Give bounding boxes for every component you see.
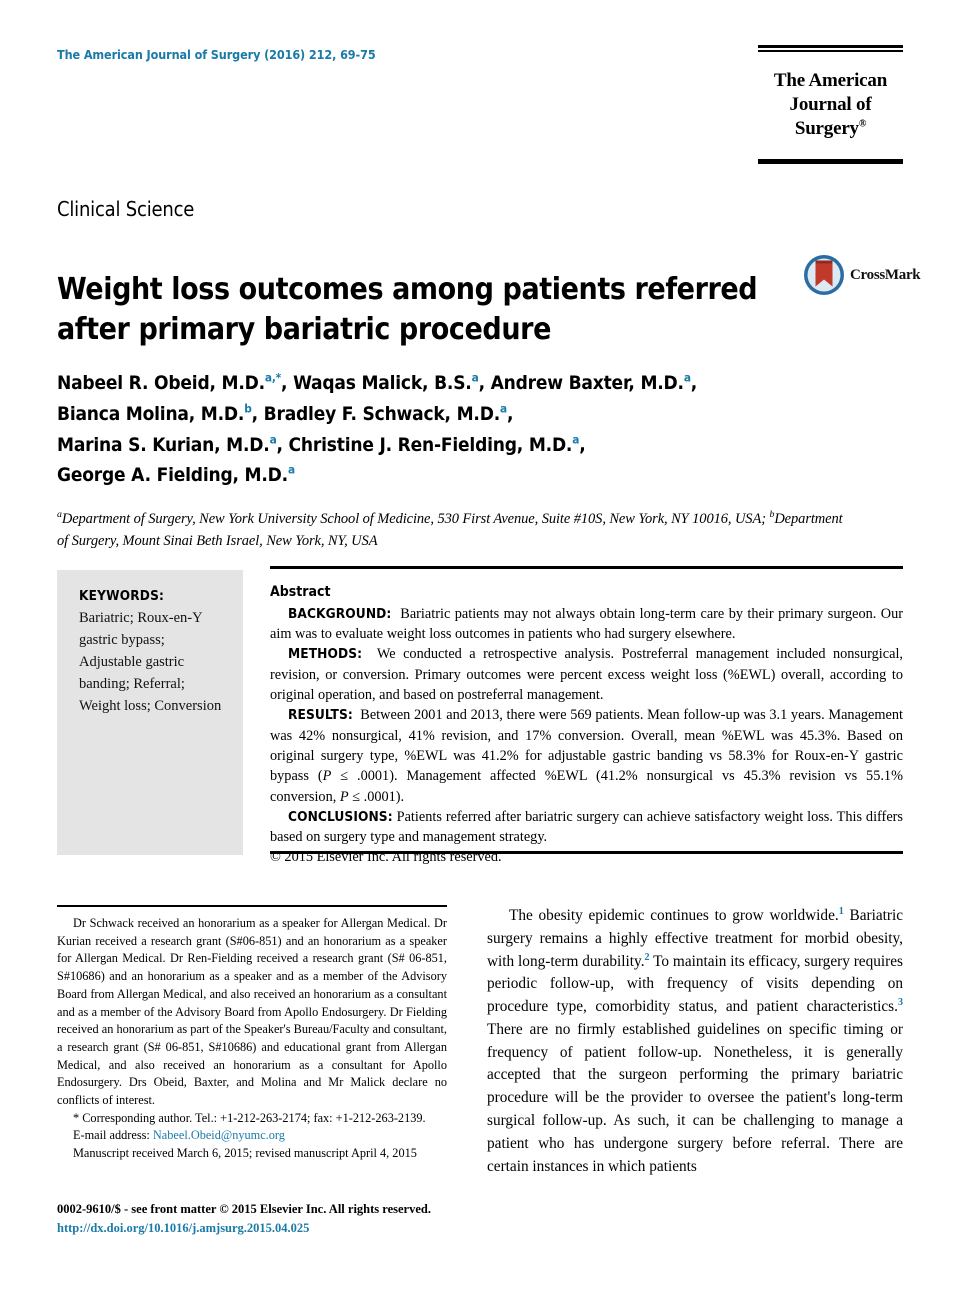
doi-link[interactable]: http://dx.doi.org/10.1016/j.amjsurg.2015… (57, 1219, 657, 1238)
abstract-methods: METHODS: We conducted a retrospective an… (270, 644, 903, 705)
masthead-line-1: The American (773, 69, 888, 91)
masthead-rule-bottom-thick (758, 160, 903, 164)
author-baxter-affil[interactable]: a (684, 371, 691, 385)
abstract-results: RESULTS: Between 2001 and 2013, there we… (270, 705, 903, 806)
registered-mark: ® (858, 118, 867, 130)
crossmark-badge[interactable]: CrossMark (803, 252, 921, 298)
section-label: Clinical Science (57, 197, 195, 221)
abstract-block: Abstract BACKGROUND: Bariatric patients … (270, 583, 903, 868)
abstract-results-label: RESULTS: (288, 707, 353, 724)
author-obeid-affil[interactable]: a,* (265, 371, 281, 385)
author-kurian-affil[interactable]: a (270, 432, 277, 446)
email-link[interactable]: Nabeel.Obeid@nyumc.org (153, 1128, 285, 1142)
author-sep-7: , (579, 433, 586, 456)
email-label: E-mail address: (73, 1128, 150, 1143)
intro-seg-1: The obesity epidemic continues to grow w… (509, 907, 839, 924)
author-sep-3: , (690, 372, 698, 394)
intro-text: The obesity epidemic continues to grow w… (487, 905, 903, 1178)
author-malick-affil[interactable]: a (472, 371, 479, 385)
abstract-results-p-2: P (339, 788, 349, 805)
body-column: The obesity epidemic continues to grow w… (487, 905, 903, 1178)
citation-3[interactable]: 3 (898, 997, 903, 1008)
abstract-rule-bottom (270, 851, 903, 854)
author-sep-2: , Andrew Baxter, M.D. (478, 372, 684, 394)
email-line: E-mail address: Nabeel.Obeid@nyumc.org (57, 1127, 447, 1145)
author-kurian: Marina S. Kurian, M.D. (57, 433, 270, 456)
running-head: The American Journal of Surgery (2016) 2… (57, 47, 376, 62)
author-line-1: Nabeel R. Obeid, M.D.a,*, Waqas Malick, … (57, 372, 697, 394)
abstract-rule-top (270, 566, 903, 569)
abstract-conclusions-label: CONCLUSIONS: (288, 808, 393, 825)
journal-masthead: The American Journal of Surgery® (758, 45, 903, 164)
corresponding-author: * Corresponding author. Tel.: +1-212-263… (73, 1110, 426, 1125)
crossmark-icon (804, 255, 844, 295)
author-fielding: George A. Fielding, M.D. (57, 464, 288, 487)
author-line-2: Bianca Molina, M.D.b, Bradley F. Schwack… (57, 403, 513, 425)
page-footer: 0002-9610/$ - see front matter © 2015 El… (57, 1200, 657, 1238)
journal-article-page: The American Journal of Surgery (2016) 2… (0, 0, 960, 1290)
abstract-results-text-3: ≤ .0001). (348, 788, 405, 805)
abstract-methods-label: METHODS: (288, 646, 363, 663)
abstract-heading: Abstract (270, 584, 331, 600)
manuscript-dates: Manuscript received March 6, 2015; revis… (73, 1146, 417, 1161)
keywords-title: KEYWORDS: (79, 588, 165, 604)
author-molina-affil[interactable]: b (244, 401, 252, 415)
disclosure-block: Dr Schwack received an honorarium as a s… (57, 915, 447, 1163)
issn-line: 0002-9610/$ - see front matter © 2015 El… (57, 1202, 431, 1216)
author-sep-6: , Christine J. Ren-Fielding, M.D. (276, 433, 573, 456)
page-title: Weight loss outcomes among patients refe… (57, 272, 758, 347)
author-list: Nabeel R. Obeid, M.D.a,*, Waqas Malick, … (57, 368, 787, 491)
masthead-title: The American Journal of Surgery® (758, 52, 903, 158)
abstract-conclusions: CONCLUSIONS: Patients referred after bar… (270, 807, 903, 848)
footnote-rule (57, 905, 447, 907)
abstract-methods-text: We conducted a retrospective analysis. P… (270, 646, 904, 704)
author-molina: Bianca Molina, M.D. (57, 402, 245, 425)
abstract-background-label: BACKGROUND: (288, 605, 392, 622)
abstract-background: BACKGROUND: Bariatric patients may not a… (270, 604, 903, 645)
masthead-rule-top-thick (758, 45, 903, 48)
author-sep-5: , (506, 402, 514, 425)
crossmark-label: CrossMark (850, 266, 921, 283)
author-line-3: Marina S. Kurian, M.D.a, Christine J. Re… (57, 432, 586, 456)
author-sep-4: , Bradley F. Schwack, M.D. (251, 402, 501, 425)
keywords-box: KEYWORDS: Bariatric; Roux-en-Y gastric b… (57, 570, 243, 855)
disclosure-paragraph: Dr Schwack received an honorarium as a s… (57, 916, 447, 1108)
author-line-4: George A. Fielding, M.D.a (57, 464, 295, 486)
author-schwack-affil[interactable]: a (500, 401, 507, 415)
footnote-column: Dr Schwack received an honorarium as a s… (57, 905, 447, 1163)
intro-seg-4: There are no firmly established guidelin… (487, 1020, 903, 1175)
masthead-line-2: Journal of Surgery (789, 93, 872, 140)
author-fielding-affil[interactable]: a (288, 463, 295, 477)
intro-paragraph: The obesity epidemic continues to grow w… (487, 905, 903, 1178)
author-sep-1: , Waqas Malick, B.S. (281, 372, 472, 394)
keywords-list: Bariatric; Roux-en-Y gastric bypass; Adj… (79, 610, 222, 715)
affiliations: aDepartment of Surgery, New York Univers… (57, 508, 847, 552)
affiliation-a-text: Department of Surgery, New York Universi… (61, 511, 770, 527)
author-obeid: Nabeel R. Obeid, M.D. (57, 372, 265, 394)
